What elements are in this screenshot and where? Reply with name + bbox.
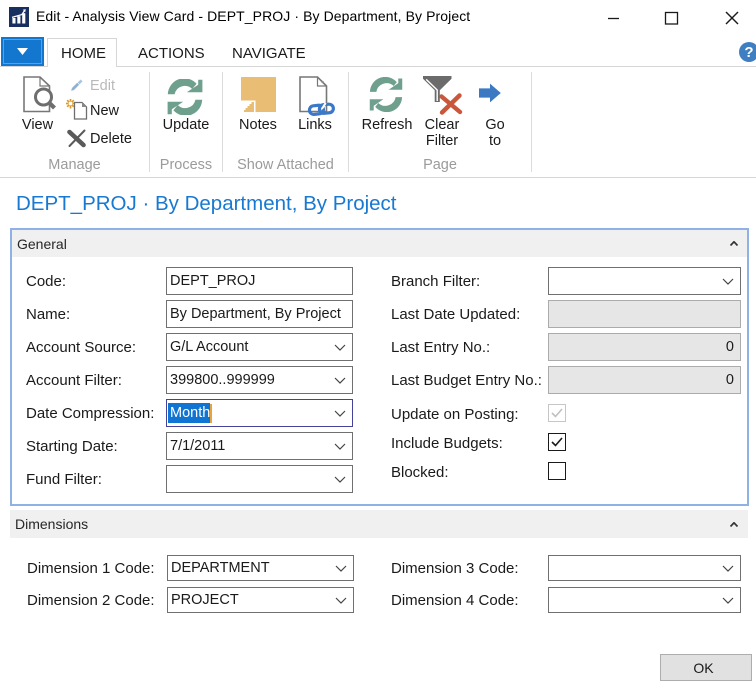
svg-text:?: ?: [744, 44, 753, 61]
